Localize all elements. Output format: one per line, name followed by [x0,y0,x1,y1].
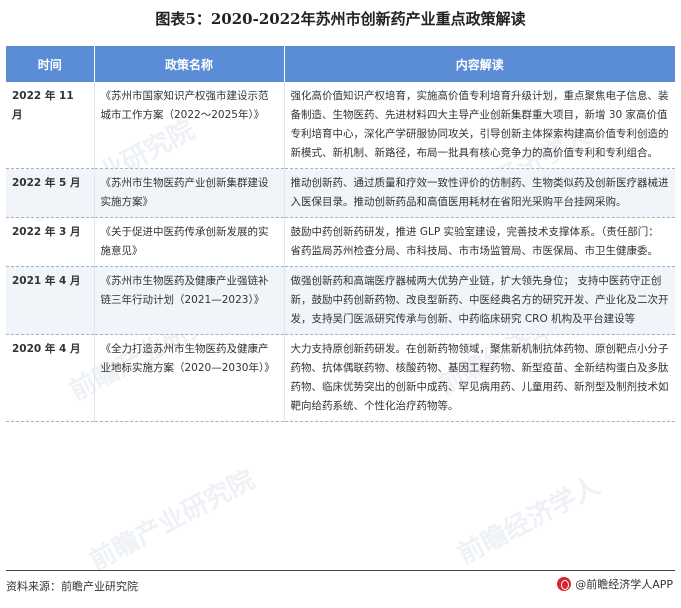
row-policy-name: 《苏州市国家知识产权强市建设示范城市工作方案（2022～2025年）》 [94,82,285,169]
row-policy-name: 《全力打造苏州市生物医药及健康产业地标实施方案（2020—2030年）》 [94,334,285,422]
page-title: 图表5：2020-2022年苏州市创新药产业重点政策解读 [155,10,526,28]
row-content: 鼓励中药创新药研发，推进 GLP 实验室建设，完善技术支撑体系。（责任部门：省药… [284,217,675,267]
table-header-row: 时间 政策名称 内容解读 [6,46,675,82]
row-policy-name: 《苏州市生物医药及健康产业强链补链三年行动计划（2021—2023）》 [94,266,285,335]
row-content: 大力支持原创新药研发。在创新药物领域，聚焦新机制抗体药物、原创靶点小分子药物、抗… [284,334,675,422]
footer-divider [6,570,675,571]
row-content: 推动创新药、通过质量和疗效一致性评价的仿制药、生物类似药及创新医疗器械进入医保目… [284,168,675,218]
table-row: 2022 年 5 月 《苏州市生物医药产业创新集群建设实施方案》 推动创新药、通… [6,168,675,218]
brand-label: @前瞻经济学人APP [575,578,673,591]
data-source: 资料来源：前瞻产业研究院 [6,580,138,593]
qianzhan-logo-icon [557,577,572,591]
header-time: 时间 [6,46,95,82]
row-content: 做强创新药和高端医疗器械两大优势产业链，扩大领先身位； 支持中医药守正创新，鼓励… [284,266,675,335]
row-content: 强化高价值知识产权培育，实施高价值专利培育升级计划，重点聚焦电子信息、装备制造、… [284,82,675,169]
row-policy-name: 《关于促进中医药传承创新发展的实施意见》 [94,217,285,267]
table-row: 2022 年 11 月 《苏州市国家知识产权强市建设示范城市工作方案（2022～… [6,82,675,169]
row-time: 2020 年 4 月 [6,334,95,422]
table-row: 2020 年 4 月 《全力打造苏州市生物医药及健康产业地标实施方案（2020—… [6,334,675,422]
brand-credit: @前瞻经济学人APP [557,576,673,592]
row-policy-name: 《苏州市生物医药产业创新集群建设实施方案》 [94,168,285,218]
table-row: 2021 年 4 月 《苏州市生物医药及健康产业强链补链三年行动计划（2021—… [6,266,675,335]
row-time: 2022 年 3 月 [6,217,95,267]
policy-table: 时间 政策名称 内容解读 2022 年 11 月 《苏州市国家知识产权强市建设示… [6,46,675,422]
table-row: 2022 年 3 月 《关于促进中医药传承创新发展的实施意见》 鼓励中药创新药研… [6,217,675,267]
row-time: 2022 年 11 月 [6,82,95,169]
row-time: 2022 年 5 月 [6,168,95,218]
header-policy-name: 政策名称 [94,46,285,82]
watermark-5: 前瞻产业研究院 [84,464,260,577]
row-time: 2021 年 4 月 [6,266,95,335]
watermark-6: 前瞻经济学人 [453,470,606,571]
header-content: 内容解读 [284,46,675,82]
